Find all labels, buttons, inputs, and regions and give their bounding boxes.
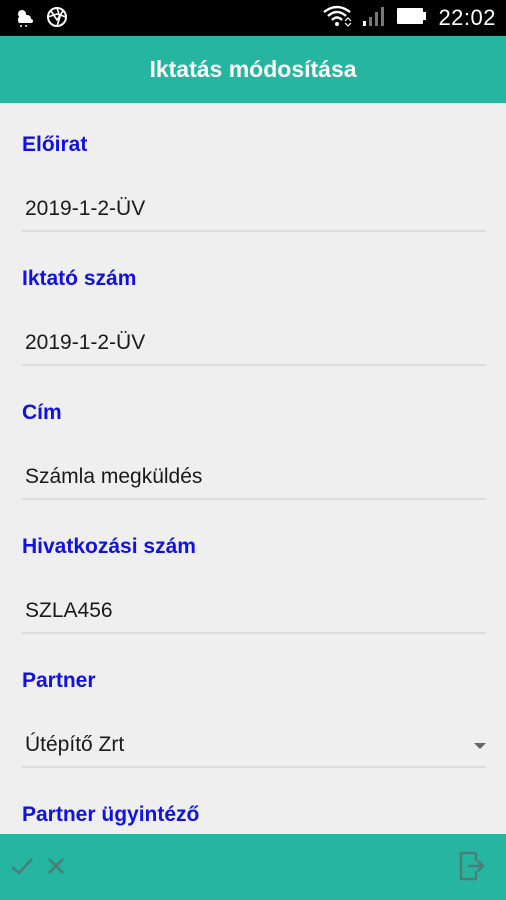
wifi-icon [322, 4, 352, 33]
field-label: Hivatkozási szám [22, 535, 196, 558]
edit-form: Előirat 2019-1-2-ÜV Iktató szám 2019-1-2… [0, 103, 506, 834]
field-partner-contact[interactable]: Partner ügyintéző [22, 803, 486, 834]
screen: 22:02 Iktatás módosítása Előirat 2019-1-… [0, 0, 506, 900]
status-bar: 22:02 [0, 0, 506, 36]
field-label: Cím [22, 401, 62, 424]
field-underline [22, 498, 486, 500]
exit-button[interactable] [456, 850, 488, 887]
field-underline [22, 364, 486, 366]
field-label: Partner [22, 669, 96, 692]
status-clock: 22:02 [438, 5, 496, 30]
exit-icon [458, 850, 486, 887]
dropdown-arrow-icon[interactable] [474, 743, 486, 749]
field-underline [22, 230, 486, 232]
check-icon [9, 855, 35, 882]
field-label: Partner ügyintéző [22, 803, 200, 826]
field-preliminary[interactable]: Előirat 2019-1-2-ÜV [22, 133, 486, 235]
field-title[interactable]: Cím Számla megküldés [22, 401, 486, 503]
close-icon [45, 855, 67, 882]
confirm-button[interactable] [6, 852, 38, 884]
field-underline [22, 632, 486, 634]
field-partner[interactable]: Partner Útépítő Zrt [22, 669, 486, 771]
field-underline [22, 766, 486, 768]
preliminary-input[interactable]: 2019-1-2-ÜV [25, 197, 145, 221]
bottom-action-bar [0, 834, 506, 900]
title-input[interactable]: Számla megküldés [25, 465, 202, 489]
reference-number-input[interactable]: SZLA456 [25, 599, 113, 623]
aperture-icon [46, 6, 68, 33]
battery-icon [396, 7, 428, 30]
partner-select[interactable]: Útépítő Zrt [25, 733, 124, 757]
signal-icon [362, 5, 386, 32]
field-filing-number[interactable]: Iktató szám 2019-1-2-ÜV [22, 267, 486, 369]
app-bar: Iktatás módosítása [0, 36, 506, 103]
cancel-button[interactable] [40, 852, 72, 884]
filing-number-input[interactable]: 2019-1-2-ÜV [25, 331, 145, 355]
field-label: Előirat [22, 133, 88, 156]
page-title: Iktatás módosítása [149, 56, 357, 82]
field-label: Iktató szám [22, 267, 137, 290]
field-reference-number[interactable]: Hivatkozási szám SZLA456 [22, 535, 486, 637]
weather-icon [14, 6, 36, 33]
